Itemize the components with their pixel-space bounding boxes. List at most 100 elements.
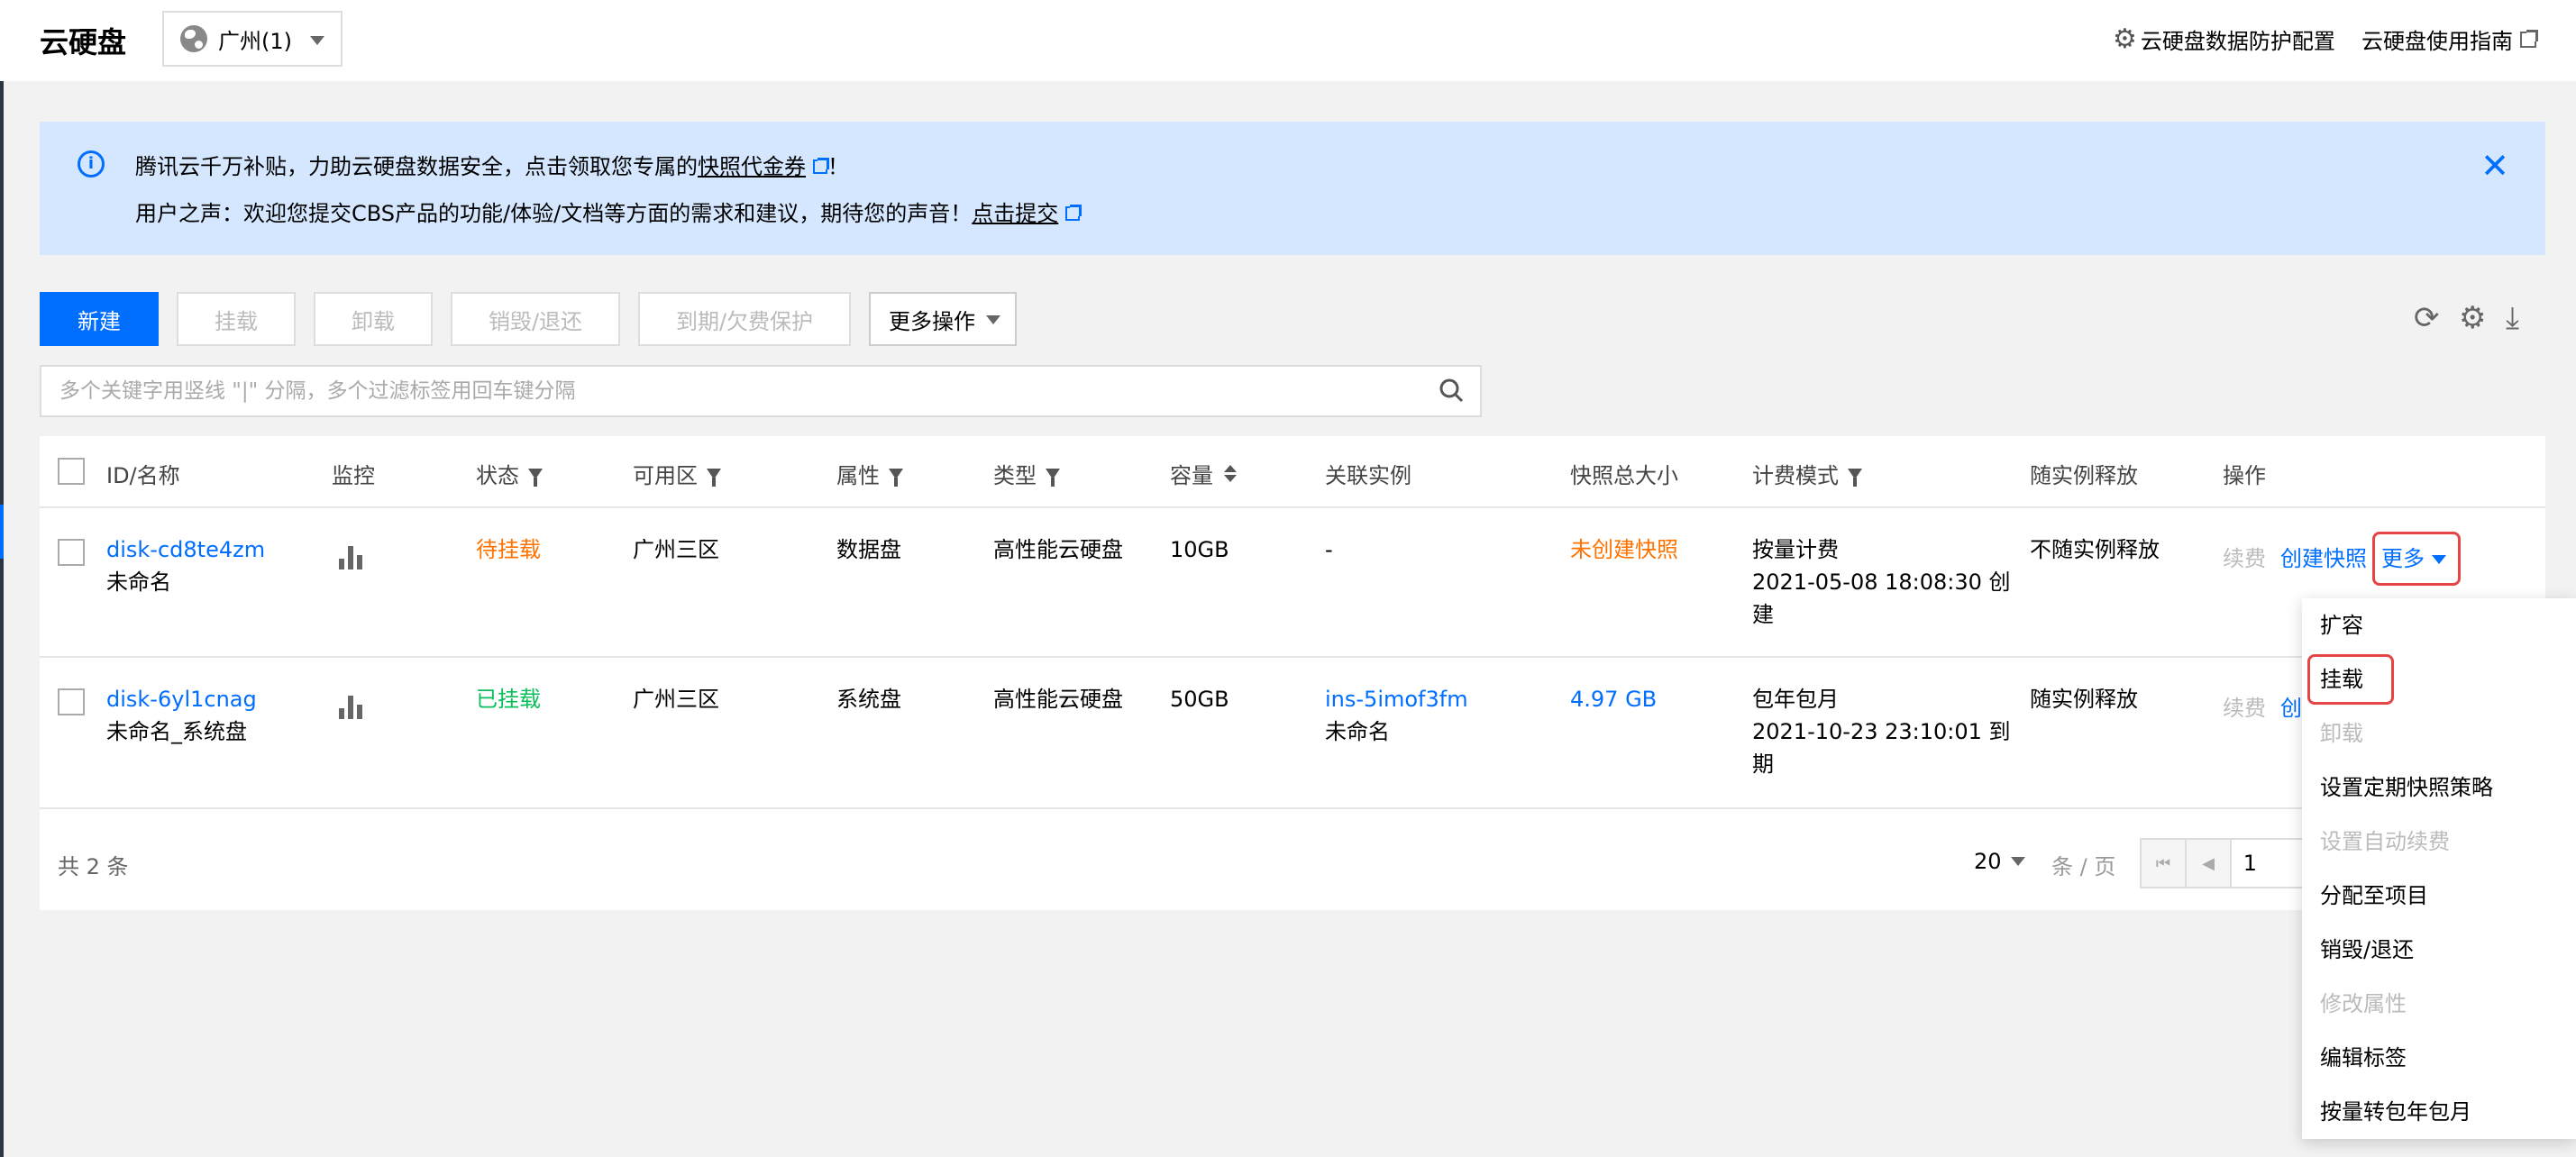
snapshot-link[interactable]: 4.97 GB: [1570, 683, 1657, 716]
left-nav-edge: [0, 0, 4, 1157]
new-button[interactable]: 新建: [40, 292, 159, 346]
header-instance: 关联实例: [1325, 463, 1411, 488]
first-page-icon[interactable]: ⏮: [2142, 840, 2187, 887]
filter-icon[interactable]: [1046, 468, 1060, 487]
header-capacity[interactable]: 容量: [1170, 458, 1237, 489]
filter-icon[interactable]: [707, 468, 721, 487]
bar-chart-icon[interactable]: [339, 546, 364, 569]
menu-item-destroy[interactable]: 销毁/退还: [2320, 932, 2414, 963]
disk-table: ID/名称 监控 状态 可用区 属性 类型 容量 关联实例 快照总大小 计费模式…: [40, 436, 2545, 910]
disk-name: 未命名_系统盘: [106, 719, 247, 744]
zone-cell: 广州三区: [633, 537, 719, 562]
settings-icon[interactable]: ⚙: [2459, 303, 2486, 333]
select-all-checkbox[interactable]: [58, 458, 85, 485]
external-link-icon: [2520, 29, 2538, 48]
billing-cell: 按量计费: [1752, 537, 1839, 562]
billing-time: 2021-10-23 23:10:01 到: [1752, 719, 2011, 744]
notice-line-2: 用户之声：欢迎您提交CBS产品的功能/体验/文档等方面的需求和建议，期待您的声音…: [135, 196, 1082, 227]
header-attr[interactable]: 属性: [836, 458, 903, 489]
header-zone[interactable]: 可用区: [633, 458, 721, 489]
expire-protect-button[interactable]: 到期/欠费保护: [638, 292, 851, 346]
row-checkbox[interactable]: [58, 688, 85, 715]
protection-config-link[interactable]: ⚙ 云硬盘数据防护配置: [2113, 23, 2335, 55]
header-status[interactable]: 状态: [476, 458, 543, 489]
menu-item-convert-billing[interactable]: 按量转包年包月: [2320, 1094, 2471, 1125]
disk-id-link[interactable]: disk-cd8te4zm: [106, 533, 265, 567]
guide-label: 云硬盘使用指南: [2361, 29, 2513, 54]
more-ops-label: 更多操作: [889, 308, 975, 334]
create-snapshot-button[interactable]: 创建快照: [2280, 542, 2367, 576]
header-ops: 操作: [2223, 463, 2266, 488]
region-label: 广州(1): [218, 28, 292, 54]
region-select[interactable]: 广州(1): [162, 11, 343, 67]
row-checkbox[interactable]: [58, 539, 85, 566]
zone-cell: 广州三区: [633, 687, 719, 712]
menu-item-modify-attr: 修改属性: [2320, 991, 2407, 1016]
bar-chart-icon[interactable]: [339, 696, 364, 719]
disk-name: 未命名: [106, 569, 171, 595]
header-billing[interactable]: 计费模式: [1752, 458, 1862, 489]
external-link-icon: [1065, 205, 1082, 221]
more-button-highlight: [2372, 532, 2461, 586]
guide-link[interactable]: 云硬盘使用指南: [2361, 23, 2538, 55]
more-dropdown-menu: 扩容 挂载 卸载 设置定期快照策略 设置自动续费 分配至项目 销毁/退还 修改属…: [2302, 598, 2576, 1139]
release-cell: 随实例释放: [2030, 687, 2138, 712]
filter-icon[interactable]: [528, 468, 543, 487]
prev-page-icon[interactable]: ◀: [2187, 840, 2232, 887]
notice-banner: i 腾讯云千万补贴，力助云硬盘数据安全，点击领取您专属的快照代金券 ！ 用户之声：…: [40, 122, 2545, 255]
create-snapshot-button[interactable]: 创: [2280, 692, 2302, 725]
instance-name: 未命名: [1325, 719, 1390, 744]
download-icon[interactable]: ⤓: [2506, 303, 2519, 333]
header-monitor: 监控: [332, 463, 375, 488]
type-cell: 高性能云硬盘: [993, 687, 1123, 712]
renew-button[interactable]: 续费: [2223, 542, 2266, 576]
feedback-link[interactable]: 点击提交: [972, 201, 1058, 226]
notice-text-1: 腾讯云千万补贴，力助云硬盘数据安全，点击领取您专属的: [135, 154, 698, 179]
page-size-value: 20: [1974, 849, 2002, 874]
menu-item-unmount: 卸载: [2320, 721, 2363, 746]
menu-item-snapshot-policy[interactable]: 设置定期快照策略: [2320, 770, 2493, 801]
capacity-cell: 10GB: [1170, 537, 1229, 562]
page-title: 云硬盘: [40, 25, 127, 59]
total-count: 共 2 条: [58, 854, 129, 879]
chevron-down-icon: [2010, 857, 2025, 866]
header-release: 随实例释放: [2030, 463, 2138, 488]
table-row: disk-cd8te4zm 未命名 待挂载 广州三区 数据盘 高性能云硬盘 10…: [40, 508, 2545, 658]
voucher-link[interactable]: 快照代金券: [698, 154, 806, 179]
filter-icon[interactable]: [889, 468, 903, 487]
attr-cell: 数据盘: [836, 537, 901, 562]
filter-icon[interactable]: [1848, 468, 1862, 487]
header-id-name: ID/名称: [106, 463, 180, 488]
search-input[interactable]: [41, 367, 1393, 415]
search-icon[interactable]: [1439, 378, 1464, 403]
mount-button[interactable]: 挂载: [177, 292, 296, 346]
protection-config-label: 云硬盘数据防护配置: [2140, 29, 2335, 54]
table-footer: 共 2 条 20 条 / 页 ⏮ ◀ 1: [40, 809, 2545, 910]
billing-time: 2021-05-08 18:08:30 创: [1752, 569, 2011, 595]
menu-item-expand[interactable]: 扩容: [2320, 607, 2363, 639]
refresh-icon[interactable]: ⟳: [2414, 303, 2440, 333]
header-type[interactable]: 类型: [993, 458, 1060, 489]
left-nav-active-marker: [0, 505, 4, 559]
disk-id-link[interactable]: disk-6yl1cnag: [106, 683, 257, 716]
destroy-button[interactable]: 销毁/退还: [451, 292, 620, 346]
instance-link[interactable]: ins-5imof3fm: [1325, 683, 1468, 716]
notice-text-2: 用户之声：欢迎您提交CBS产品的功能/体验/文档等方面的需求和建议，期待您的声音…: [135, 201, 973, 226]
renew-button[interactable]: 续费: [2223, 692, 2266, 725]
globe-icon: [180, 25, 207, 52]
table-row: disk-6yl1cnag 未命名_系统盘 已挂载 广州三区 系统盘 高性能云硬…: [40, 658, 2545, 809]
status-badge: 待挂载: [476, 537, 541, 562]
close-icon[interactable]: ✕: [2480, 149, 2509, 183]
table-header: ID/名称 监控 状态 可用区 属性 类型 容量 关联实例 快照总大小 计费模式…: [40, 436, 2545, 508]
menu-item-assign-project[interactable]: 分配至项目: [2320, 878, 2428, 909]
info-icon: i: [78, 150, 105, 178]
page-size-select[interactable]: 20: [1974, 849, 2025, 874]
billing-cell: 包年包月: [1752, 687, 1839, 712]
more-ops-button[interactable]: 更多操作: [869, 292, 1017, 346]
sort-icon[interactable]: [1224, 465, 1237, 482]
status-badge: 已挂载: [476, 687, 541, 712]
capacity-cell: 50GB: [1170, 687, 1229, 712]
unmount-button[interactable]: 卸载: [314, 292, 433, 346]
menu-item-edit-tags[interactable]: 编辑标签: [2320, 1040, 2407, 1071]
menu-item-auto-renew: 设置自动续费: [2320, 829, 2450, 854]
